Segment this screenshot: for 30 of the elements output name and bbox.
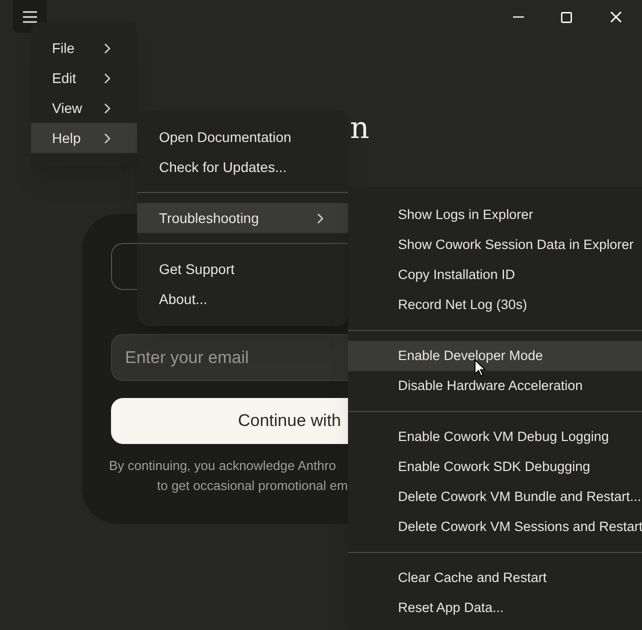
menu-item[interactable]: Open Documentation: [137, 122, 348, 152]
menu-item[interactable]: Enable Cowork SDK Debugging: [348, 452, 642, 482]
disclaimer-text: By continuing, you acknowledge Anthro: [109, 457, 336, 475]
menu-item[interactable]: Show Logs in Explorer: [348, 200, 642, 230]
menu-item[interactable]: Show Cowork Session Data in Explorer: [348, 230, 642, 260]
chevron-right-icon: [104, 132, 111, 144]
maximize-icon: [560, 12, 572, 22]
menu-item[interactable]: Get Support: [137, 254, 348, 284]
chevron-right-icon: [104, 102, 111, 114]
chevron-right-icon: [104, 72, 111, 84]
menu-item[interactable]: Reset App Data...: [348, 593, 642, 623]
close-icon: [610, 11, 622, 23]
disclaimer-text: to get occasional promotional em: [157, 477, 348, 495]
menu-item[interactable]: Troubleshooting: [137, 203, 348, 233]
chevron-right-icon: [317, 212, 324, 224]
menu-item[interactable]: File: [31, 33, 137, 63]
chevron-right-icon: [104, 42, 111, 54]
menu-item[interactable]: View: [31, 93, 137, 123]
page-heading: n: [350, 111, 370, 146]
menu-icon: [23, 10, 37, 22]
menu-item[interactable]: Check for Updates...: [137, 152, 348, 182]
menu-item[interactable]: Record Net Log (30s): [348, 290, 642, 320]
menu-item[interactable]: Delete Cowork VM Bundle and Restart...: [348, 482, 642, 512]
minimize-icon: [512, 16, 524, 18]
menu-item[interactable]: Clear Cache and Restart: [348, 563, 642, 593]
menu-item[interactable]: Edit: [31, 63, 137, 93]
menu-item[interactable]: Help: [31, 123, 137, 153]
menu-item[interactable]: Copy Installation ID: [348, 260, 642, 290]
menu-item[interactable]: About...: [137, 284, 348, 314]
menu-item[interactable]: Enable Developer Mode: [348, 341, 642, 371]
